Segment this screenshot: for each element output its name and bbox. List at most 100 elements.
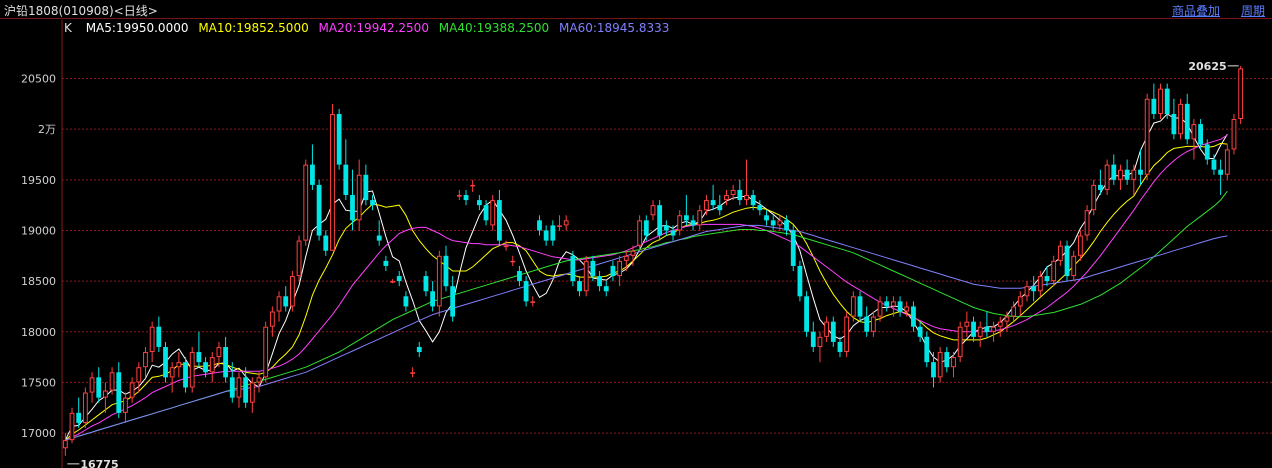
candle-body-down xyxy=(610,265,616,277)
candle-body-down xyxy=(710,200,716,206)
candle-body-up xyxy=(777,220,783,226)
candle-body-up xyxy=(129,382,135,398)
y-tick-label: 18000 xyxy=(21,326,56,339)
candle-body-up xyxy=(650,205,656,216)
candle-body-up xyxy=(490,200,496,226)
candle-body-down xyxy=(984,326,990,332)
candle-body-down xyxy=(450,286,456,317)
candle-body-down xyxy=(804,296,809,332)
max-price-label: 20625 xyxy=(1188,60,1226,73)
y-tick-label: 19000 xyxy=(21,224,56,237)
candle-body-up xyxy=(296,240,302,277)
y-tick-label: 20500 xyxy=(21,73,56,86)
candle-body-down xyxy=(590,260,596,277)
candle-body-down xyxy=(310,164,315,185)
candle-body-down xyxy=(670,230,676,236)
candle-body-up xyxy=(1104,164,1110,190)
candle-body-down xyxy=(203,362,208,373)
candle-body-down xyxy=(1164,88,1170,114)
candle-body-down xyxy=(537,220,542,231)
candle-body-down xyxy=(790,230,796,266)
candle-body-down xyxy=(1184,103,1190,140)
candle-body-up xyxy=(951,357,956,368)
candle-body-down xyxy=(283,296,289,307)
ma-line-ma60 xyxy=(65,224,1228,441)
candle-body-down xyxy=(1098,184,1103,190)
candle-body-down xyxy=(350,195,355,221)
candle-body-up xyxy=(964,321,970,327)
candle-body-up xyxy=(937,352,943,378)
candle-body-up xyxy=(844,316,850,353)
candle-body-down xyxy=(864,316,870,332)
candle-body-down xyxy=(810,331,816,347)
candle-body-up xyxy=(1011,306,1017,317)
candle-body-down xyxy=(229,377,235,398)
candle-body-down xyxy=(163,346,168,378)
candle-body-up xyxy=(697,210,703,226)
candle-body-down xyxy=(1124,169,1130,180)
candle-body-down xyxy=(76,412,82,423)
candle-body-down xyxy=(497,200,502,241)
candle-body-down xyxy=(764,215,769,221)
candle-body-down xyxy=(643,220,649,236)
candle-body-down xyxy=(1211,159,1217,170)
candle-body-up xyxy=(169,367,175,378)
candle-body-up xyxy=(390,281,395,283)
candle-body-up xyxy=(303,164,309,241)
candle-body-down xyxy=(323,235,329,251)
candle-body-up xyxy=(824,321,830,337)
candle-body-up xyxy=(189,352,195,388)
candle-body-up xyxy=(136,367,142,383)
candle-body-down xyxy=(911,306,916,327)
candle-body-up xyxy=(977,326,983,337)
candle-body-up xyxy=(1158,88,1163,114)
candle-body-up xyxy=(249,382,255,403)
candle-body-up xyxy=(630,250,636,256)
candle-body-up xyxy=(1051,260,1057,282)
candle-body-down xyxy=(156,326,162,347)
y-tick-label: 19500 xyxy=(21,174,56,187)
candle-body-down xyxy=(757,205,763,211)
candle-body-down xyxy=(1204,144,1210,160)
candle-body-down xyxy=(770,220,776,226)
candle-body-up xyxy=(82,392,88,423)
candle-body-down xyxy=(463,195,469,201)
candle-body-down xyxy=(1198,124,1203,145)
candle-body-down xyxy=(1064,245,1070,277)
candle-body-up xyxy=(1017,296,1023,307)
candle-body-down xyxy=(1151,98,1157,114)
candle-body-up xyxy=(69,412,75,441)
candle-body-down xyxy=(657,205,663,236)
candle-body-down xyxy=(183,362,188,388)
candle-body-down xyxy=(690,220,696,226)
candle-body-down xyxy=(483,205,489,221)
candle-body-down xyxy=(383,260,389,266)
candle-body-up xyxy=(557,225,562,227)
candle-body-up xyxy=(503,245,509,248)
candle-body-up xyxy=(176,362,182,368)
candle-body-down xyxy=(476,200,482,206)
candle-body-up xyxy=(209,357,215,373)
candle-body-up xyxy=(149,326,155,353)
candle-body-down xyxy=(523,281,529,302)
candle-body-up xyxy=(123,397,128,413)
candle-body-up xyxy=(1238,68,1244,120)
candle-body-up xyxy=(470,184,476,187)
candle-body-up xyxy=(1024,286,1030,297)
candle-body-down xyxy=(370,200,375,206)
candle-body-up xyxy=(1084,210,1090,236)
candle-body-down xyxy=(1031,286,1037,292)
candlestick-chart[interactable]: 20500 2万 19500 19000 18500 18000 17500 17000 206… xyxy=(0,0,1272,468)
candle-body-down xyxy=(416,346,422,353)
candle-body-down xyxy=(1111,164,1117,180)
candle-body-up xyxy=(456,195,462,197)
candle-body-down xyxy=(603,286,609,292)
candle-body-up xyxy=(1191,124,1197,140)
y-tick-label: 18500 xyxy=(21,275,56,288)
candle-body-down xyxy=(737,189,743,201)
candle-body-up xyxy=(817,336,823,347)
candle-body-down xyxy=(96,377,102,398)
candle-body-down xyxy=(1171,113,1177,135)
candle-body-up xyxy=(330,113,335,251)
candle-body-up xyxy=(957,326,963,358)
